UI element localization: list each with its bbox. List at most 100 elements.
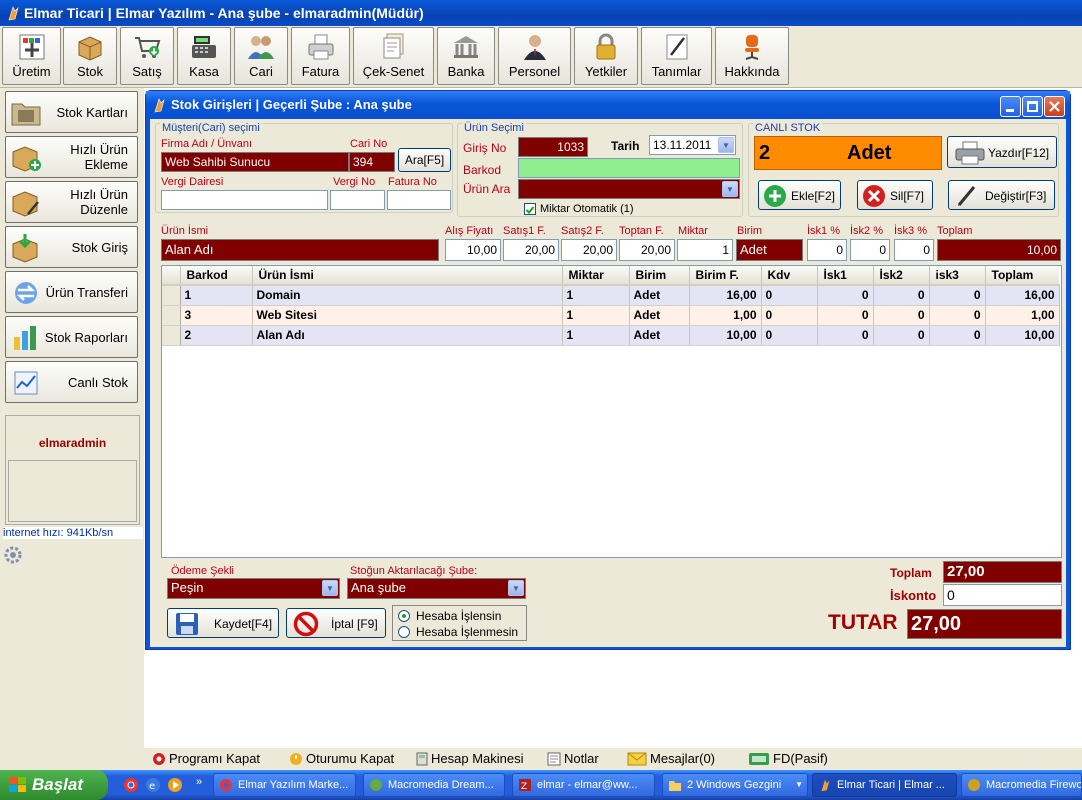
barcode-field[interactable]	[518, 158, 740, 178]
column-header[interactable]: Miktar	[562, 266, 630, 286]
cancel-button[interactable]: İptal [F9]	[286, 608, 386, 638]
stock-entries-table[interactable]: Barkod Ürün İsmi Miktar Birim Birim F. K…	[161, 265, 1062, 558]
chevron-down-icon[interactable]: ▼	[722, 181, 738, 197]
chevron-right-icon[interactable]: »	[196, 776, 202, 788]
sidebar-item-hizli-urun-duzenle[interactable]: Hızlı Ürün Düzenle	[5, 181, 138, 223]
sidebar-item-stok-giris[interactable]: Stok Giriş	[5, 226, 138, 268]
row-selector[interactable]	[162, 305, 181, 326]
toolbar-stok-button[interactable]: Stok	[63, 27, 117, 85]
disc3-field[interactable]: 0	[894, 239, 934, 261]
chevron-down-icon[interactable]: ▼	[508, 580, 524, 596]
radio-no-process[interactable]	[398, 626, 410, 638]
invoice-no-field[interactable]	[387, 190, 451, 210]
toolbar-hakkinda-button[interactable]: Hakkında	[715, 27, 789, 85]
product-search-field[interactable]: ▼	[518, 179, 740, 199]
sale2-field[interactable]: 20,00	[561, 239, 617, 261]
fireworks-icon	[968, 779, 980, 791]
column-header[interactable]: Birim F.	[689, 266, 762, 286]
minimize-button[interactable]	[1000, 96, 1021, 117]
plus-icon	[764, 185, 786, 207]
entry-no-label: Giriş No	[463, 141, 507, 155]
save-button[interactable]: Kaydet[F4]	[167, 608, 279, 638]
table-row[interactable]: 2 Alan Adı 1 Adet 10,00 0 0 0 0 10,00	[162, 325, 1060, 346]
start-button[interactable]: Başlat	[0, 770, 108, 800]
row-selector[interactable]	[162, 325, 181, 346]
firm-name-field[interactable]: Web Sahibi Sunucu	[161, 152, 349, 172]
media-quicklaunch-icon[interactable]	[167, 777, 183, 793]
maximize-button[interactable]	[1022, 96, 1043, 117]
calculator-icon	[416, 752, 428, 766]
auto-qty-checkbox[interactable]	[524, 203, 536, 215]
gear-icon[interactable]	[3, 545, 23, 565]
dialog-titlebar: Stok Girişleri | Geçerli Şube : Ana şube	[146, 91, 1070, 119]
sidebar-item-urun-transferi[interactable]: Ürün Transferi	[5, 271, 138, 313]
messages-button[interactable]: Mesajlar(0)	[627, 751, 715, 766]
unit-label: Birim	[737, 225, 763, 237]
sidebar-item-stok-kartlari[interactable]: Stok Kartları	[5, 91, 138, 133]
column-header[interactable]: İsk2	[873, 266, 930, 286]
sidebar-item-canli-stok[interactable]: Canlı Stok	[5, 361, 138, 403]
dialog-title: Stok Girişleri | Geçerli Şube : Ana şube	[171, 97, 412, 112]
qty-field[interactable]: 1	[677, 239, 733, 261]
column-header[interactable]: Birim	[629, 266, 690, 286]
table-row[interactable]: 1 Domain 1 Adet 16,00 0 0 0 0 16,00	[162, 285, 1060, 306]
column-header[interactable]: isk3	[929, 266, 986, 286]
print-button[interactable]: Yazdır[F12]	[947, 136, 1057, 168]
toolbar-satis-button[interactable]: Satış	[120, 27, 174, 85]
cari-no-field[interactable]: 394	[349, 152, 395, 172]
add-button[interactable]: Ekle[F2]	[758, 180, 841, 210]
logout-button[interactable]: Oturumu Kapat	[289, 751, 394, 766]
search-customer-button[interactable]: Ara[F5]	[398, 148, 451, 172]
tax-office-field[interactable]	[161, 190, 328, 210]
row-selector[interactable]	[162, 285, 181, 306]
radio-process[interactable]	[398, 610, 410, 622]
wholesale-field[interactable]: 20,00	[619, 239, 675, 261]
toolbar-yetkiler-button[interactable]: Yetkiler	[574, 27, 638, 85]
sidebar-item-hizli-urun-ekleme[interactable]: Hızlı Ürün Ekleme	[5, 136, 138, 178]
calculator-button[interactable]: Hesap Makinesi	[416, 751, 524, 766]
payment-method-select[interactable]: Peşin ▼	[167, 578, 340, 599]
disc1-field[interactable]: 0	[807, 239, 847, 261]
task-explorer[interactable]: 2 Windows Gezgini ▼	[662, 773, 808, 797]
toolbar-banka-button[interactable]: Banka	[437, 27, 495, 85]
notes-button[interactable]: Notlar	[547, 751, 599, 766]
column-header[interactable]: Barkod	[180, 266, 253, 286]
toolbar-tanimlar-button[interactable]: Tanımlar	[641, 27, 712, 85]
date-field[interactable]: 13.11.2011 ▼	[649, 135, 736, 155]
fd-button[interactable]: FD(Pasif)	[748, 751, 828, 766]
toolbar-cek-senet-button[interactable]: Çek-Senet	[353, 27, 434, 85]
toolbar-uretim-button[interactable]: Üretim	[2, 27, 61, 85]
tax-no-field[interactable]	[330, 190, 385, 210]
disc2-field[interactable]: 0	[850, 239, 890, 261]
toolbar-fatura-button[interactable]: Fatura	[291, 27, 350, 85]
column-header[interactable]: İsk1	[817, 266, 874, 286]
sidebar-item-stok-raporlari[interactable]: Stok Raporları	[5, 316, 138, 358]
task-filezilla[interactable]: Zelmar - elmar@ww...	[512, 773, 655, 797]
chevron-down-icon[interactable]: ▼	[718, 137, 734, 153]
edit-button[interactable]: Değiştir[F3]	[948, 180, 1055, 210]
sale1-field[interactable]: 20,00	[503, 239, 559, 261]
toolbar-personel-button[interactable]: Personel	[498, 27, 571, 85]
buy-price-field[interactable]: 10,00	[445, 239, 501, 261]
close-program-button[interactable]: Programı Kapat	[152, 751, 260, 766]
toolbar-kasa-button[interactable]: Kasa	[177, 27, 231, 85]
column-header[interactable]: Ürün İsmi	[252, 266, 563, 286]
discount-field[interactable]: 0	[943, 584, 1062, 606]
toolbar-cari-button[interactable]: Cari	[234, 27, 288, 85]
column-header[interactable]: Toplam	[985, 266, 1059, 286]
branch-select[interactable]: Ana şube ▼	[347, 578, 526, 599]
task-chrome[interactable]: Elmar Yazılım Marke...	[213, 773, 356, 797]
chevron-down-icon[interactable]: ▼	[322, 580, 338, 596]
entry-no-field[interactable]: 1033	[518, 137, 588, 157]
close-button[interactable]	[1044, 96, 1065, 117]
table-row[interactable]: 3 Web Sitesi 1 Adet 1,00 0 0 0 0 1,00	[162, 305, 1060, 326]
task-dreamweaver[interactable]: Macromedia Dream...	[363, 773, 505, 797]
delete-button[interactable]: Sil[F7]	[857, 180, 933, 210]
chrome-quicklaunch-icon[interactable]	[123, 777, 139, 793]
task-fireworks[interactable]: Macromedia Firewo...	[961, 773, 1082, 797]
column-header[interactable]: Kdv	[761, 266, 818, 286]
unit-field[interactable]: Adet	[736, 239, 803, 261]
task-elmar-ticari[interactable]: Elmar Ticari | Elmar ...	[812, 773, 957, 797]
product-name-field[interactable]: Alan Adı	[161, 239, 439, 261]
ie-quicklaunch-icon[interactable]: e	[145, 777, 161, 793]
